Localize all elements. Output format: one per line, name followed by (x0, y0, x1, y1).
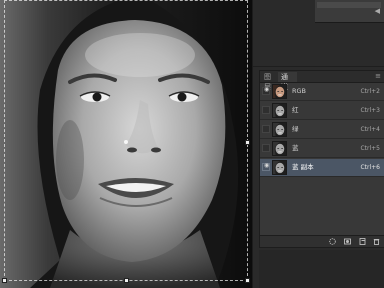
channel-shortcut: Ctrl+3 (360, 107, 380, 114)
channel-thumbnail (272, 160, 287, 175)
visibility-eye-icon[interactable]: ◉ (262, 162, 270, 171)
channel-name: RGB (292, 87, 307, 95)
channel-thumbnail (272, 103, 287, 118)
transform-handle-middle-right[interactable] (245, 140, 250, 145)
channel-name: 蓝 (292, 144, 299, 152)
panel-tab-bar: 图层 通道 ≡ (260, 71, 384, 91)
dock-divider (253, 66, 384, 67)
channel-name: 红 (292, 106, 299, 114)
tab-channels[interactable]: 通道 (278, 72, 297, 91)
tab-layers[interactable]: 图层 (261, 72, 278, 91)
top-panel-strip[interactable]: ◀ (315, 0, 384, 23)
document-canvas[interactable] (0, 0, 252, 288)
trash-icon[interactable] (373, 238, 380, 245)
dock-empty-area (259, 250, 384, 288)
channel-row[interactable]: ◉ 蓝 副本 Ctrl+6 (260, 159, 384, 177)
channel-row[interactable]: 绿 Ctrl+4 (260, 121, 384, 139)
panel-footer (260, 235, 384, 247)
channel-thumbnail (272, 141, 287, 156)
visibility-eye-icon[interactable] (262, 106, 270, 114)
channel-shortcut: Ctrl+2 (360, 88, 380, 95)
top-panel-bar (317, 2, 381, 8)
mask-icon[interactable] (344, 238, 351, 245)
channel-shortcut: Ctrl+6 (360, 164, 380, 171)
panel-menu-icon[interactable]: ≡ (375, 71, 381, 81)
channels-panel: 图层 通道 ≡ ◉ RGB Ctrl+2 红 Ctrl+3 绿 Ctrl+4 蓝 Ctrl+5 ◉… (259, 70, 384, 248)
channel-row[interactable]: ◉ RGB Ctrl+2 (260, 83, 384, 101)
channel-thumbnail (272, 84, 287, 99)
transform-handle-bottom-left[interactable] (2, 278, 7, 283)
eye-icon: ◉ (264, 162, 270, 169)
channel-name: 蓝 副本 (292, 163, 314, 171)
channel-row[interactable]: 红 Ctrl+3 (260, 102, 384, 120)
visibility-eye-icon[interactable] (262, 125, 270, 133)
transform-handle-bottom-right[interactable] (245, 278, 250, 283)
right-panel-dock: ◀ 图层 通道 ≡ ◉ RGB Ctrl+2 红 Ctrl+3 绿 Ctrl+4 蓝 Ctrl+… (252, 0, 384, 288)
channel-shortcut: Ctrl+4 (360, 126, 380, 133)
portrait-photo (0, 0, 252, 288)
visibility-eye-icon[interactable] (262, 144, 270, 152)
collapse-arrow-icon[interactable]: ◀ (375, 8, 380, 15)
channel-shortcut: Ctrl+5 (360, 145, 380, 152)
transform-handle-bottom-center[interactable] (124, 278, 129, 283)
visibility-eye-icon[interactable]: ◉ (262, 86, 270, 95)
dotted-circle-icon[interactable] (329, 238, 336, 245)
channel-thumbnail (272, 122, 287, 137)
channel-name: 绿 (292, 125, 299, 133)
new-page-icon[interactable] (359, 238, 366, 245)
channel-row[interactable]: 蓝 Ctrl+5 (260, 140, 384, 158)
eye-icon: ◉ (264, 86, 270, 93)
